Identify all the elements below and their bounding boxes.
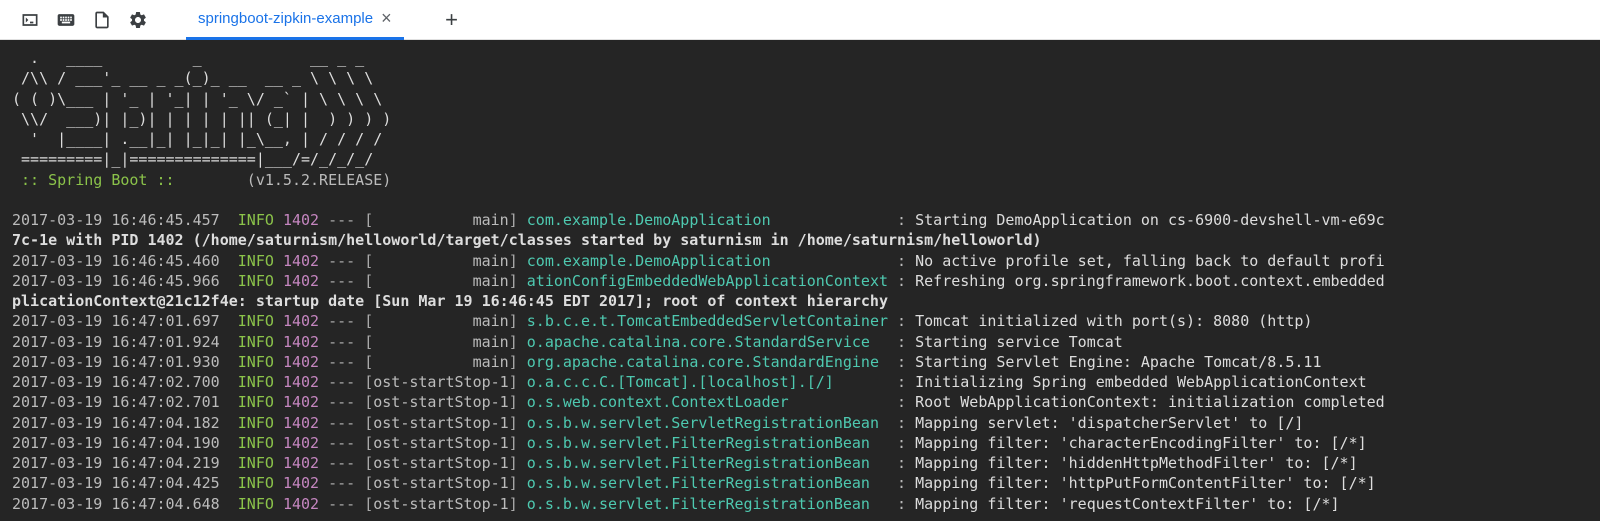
banner-line: /\\ / ___'_ __ _ _(_)_ __ __ _ \ \ \ \ xyxy=(12,68,1588,88)
file-icon[interactable] xyxy=(84,2,120,38)
tab-active[interactable]: springboot-zipkin-example × xyxy=(186,0,404,40)
gear-icon[interactable] xyxy=(120,2,156,38)
tab-bar: springboot-zipkin-example × + xyxy=(0,0,1600,40)
banner-footer: :: Spring Boot :: (v1.5.2.RELEASE) xyxy=(12,170,1588,190)
log-line: 2017-03-19 16:47:04.190 INFO 1402 --- [o… xyxy=(12,433,1588,453)
log-line: 2017-03-19 16:47:02.700 INFO 1402 --- [o… xyxy=(12,372,1588,392)
log-continuation: 7c-1e with PID 1402 (/home/saturnism/hel… xyxy=(12,230,1588,250)
terminal-output[interactable]: . ____ _ __ _ _ /\\ / ___'_ __ _ _(_)_ _… xyxy=(0,40,1600,521)
banner-line: ' |____| .__|_| |_|_| |_\__, | / / / / xyxy=(12,129,1588,149)
log-line: 2017-03-19 16:46:45.457 INFO 1402 --- [ … xyxy=(12,210,1588,230)
log-line: 2017-03-19 16:47:01.930 INFO 1402 --- [ … xyxy=(12,352,1588,372)
log-line: 2017-03-19 16:47:04.648 INFO 1402 --- [o… xyxy=(12,494,1588,514)
log-line: 2017-03-19 16:47:04.425 INFO 1402 --- [o… xyxy=(12,473,1588,493)
banner-line: \\/ ___)| |_)| | | | | || (_| | ) ) ) ) xyxy=(12,109,1588,129)
log-continuation: plicationContext@21c12f4e: startup date … xyxy=(12,291,1588,311)
log-line: 2017-03-19 16:47:04.219 INFO 1402 --- [o… xyxy=(12,453,1588,473)
log-line: 2017-03-19 16:46:45.966 INFO 1402 --- [ … xyxy=(12,271,1588,291)
keyboard-icon[interactable] xyxy=(48,2,84,38)
cloud-shell-icon[interactable] xyxy=(12,2,48,38)
log-line: 2017-03-19 16:46:45.460 INFO 1402 --- [ … xyxy=(12,251,1588,271)
close-icon[interactable]: × xyxy=(381,9,392,27)
banner-line: . ____ _ __ _ _ xyxy=(12,48,1588,68)
log-line: 2017-03-19 16:47:01.924 INFO 1402 --- [ … xyxy=(12,332,1588,352)
log-line: 2017-03-19 16:47:01.697 INFO 1402 --- [ … xyxy=(12,311,1588,331)
tab-title: springboot-zipkin-example xyxy=(198,10,373,27)
log-line: 2017-03-19 16:47:02.701 INFO 1402 --- [o… xyxy=(12,392,1588,412)
add-tab-button[interactable]: + xyxy=(434,2,470,38)
blank-line xyxy=(12,190,1588,210)
banner-line: ( ( )\___ | '_ | '_| | '_ \/ _` | \ \ \ … xyxy=(12,89,1588,109)
log-line: 2017-03-19 16:47:04.182 INFO 1402 --- [o… xyxy=(12,413,1588,433)
banner-line: =========|_|==============|___/=/_/_/_/ xyxy=(12,149,1588,169)
